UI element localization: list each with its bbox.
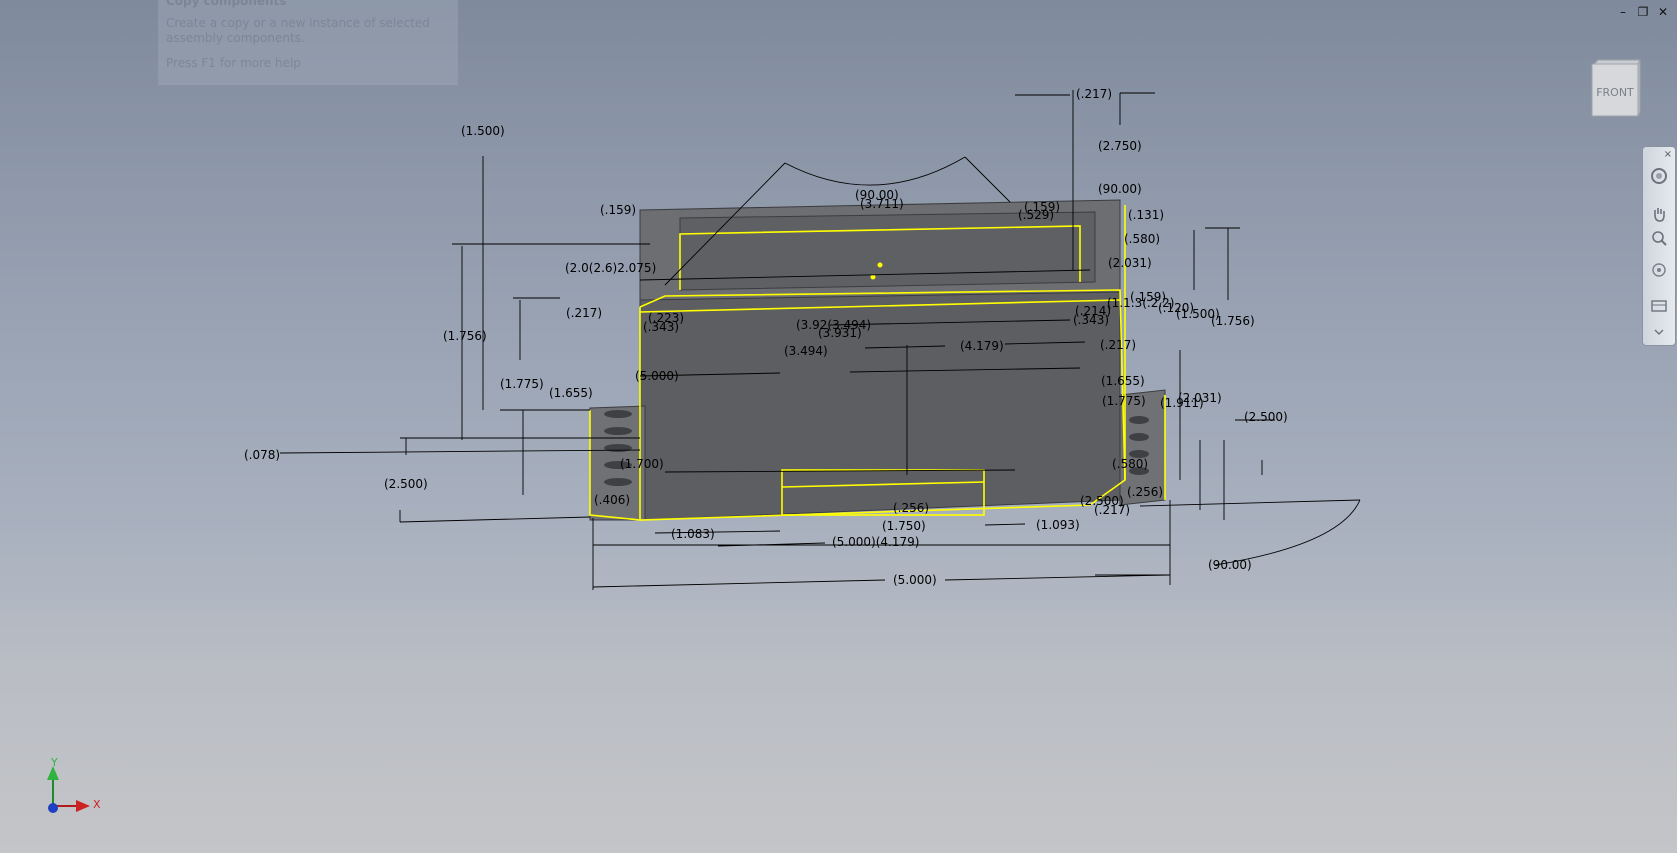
dimension-label[interactable]: (.217) [566, 306, 602, 320]
dimension-label[interactable]: (2.500) [384, 477, 428, 491]
dimension-label[interactable]: (2.750) [1098, 139, 1142, 153]
dimension-label[interactable]: (1.655) [1101, 374, 1145, 388]
dimension-label[interactable]: (90.00) [1208, 558, 1252, 572]
x-axis-label: X [93, 798, 101, 811]
dimension-label[interactable]: (4.179) [960, 339, 1004, 353]
dimension-label[interactable]: (.343) [1073, 313, 1109, 327]
dimension-label[interactable]: (.217) [1100, 338, 1136, 352]
dimension-label[interactable]: (1.775) [500, 377, 544, 391]
dimension-label[interactable]: (5.000)(4.179) [832, 535, 919, 549]
dimension-label[interactable]: (.406) [594, 493, 630, 507]
dimension-label[interactable]: (1.700) [620, 457, 664, 471]
dimension-label[interactable]: (.256) [1127, 485, 1163, 499]
dimension-label[interactable]: (.078) [244, 448, 280, 462]
dimension-label[interactable]: (5.000) [893, 573, 937, 587]
dimension-label[interactable]: (2.031) [1178, 391, 1222, 405]
dimension-label[interactable]: (1.756) [1211, 314, 1255, 328]
dimension-label[interactable]: (.529) [1018, 208, 1054, 222]
dimension-label[interactable]: (1.756) [443, 329, 487, 343]
dimension-label[interactable]: (3.494) [784, 344, 828, 358]
dimension-label[interactable]: (2.031) [1108, 256, 1152, 270]
dimension-label[interactable]: (.217) [1076, 87, 1112, 101]
dimension-label[interactable]: (.256) [893, 501, 929, 515]
dimension-label[interactable]: (1.500) [461, 124, 505, 138]
dimension-label[interactable]: (5.000) [635, 369, 679, 383]
dimension-label[interactable]: (1.083) [671, 527, 715, 541]
dimension-label[interactable]: (1.655) [549, 386, 593, 400]
dimension-label[interactable]: (2.500) [1244, 410, 1288, 424]
dimension-label[interactable]: (.343) [643, 320, 679, 334]
dimension-label[interactable]: (.217) [1094, 503, 1130, 517]
model-viewport[interactable]: (.217) (2.750) (1.500) (90.00) (3.711) (… [0, 0, 1677, 853]
dimension-label[interactable]: (.159) [600, 203, 636, 217]
dimension-label[interactable]: (.580) [1124, 232, 1160, 246]
y-axis-label: Y [51, 756, 58, 769]
dimension-label[interactable]: (2.0(2.6)2.075) [565, 261, 656, 275]
dimension-label[interactable]: (90.00) [1098, 182, 1142, 196]
dimension-label[interactable]: (3.711) [860, 197, 904, 211]
dimension-label[interactable]: (.131) [1128, 208, 1164, 222]
dimension-label[interactable]: (1.1.3(.2.2) [1107, 296, 1174, 310]
dimension-label[interactable]: (3.931) [818, 326, 862, 340]
dimension-label[interactable]: (1.775) [1102, 394, 1146, 408]
dimension-label[interactable]: (.580) [1112, 457, 1148, 471]
coordinate-triad: Y X [40, 756, 110, 818]
dimension-label[interactable]: (1.093) [1036, 518, 1080, 532]
dimension-label[interactable]: (1.750) [882, 519, 926, 533]
